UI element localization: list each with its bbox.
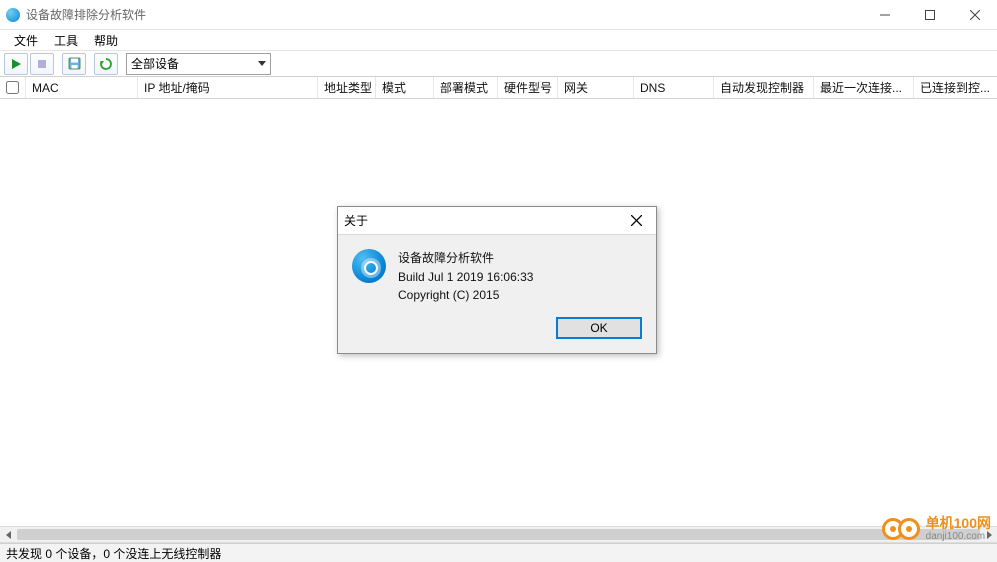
play-button[interactable]	[4, 53, 28, 75]
column-mac[interactable]: MAC	[26, 77, 138, 98]
chevron-down-icon	[258, 61, 266, 66]
column-ip[interactable]: IP 地址/掩码	[138, 77, 318, 98]
select-all-checkbox[interactable]	[6, 81, 19, 94]
column-address-type[interactable]: 地址类型	[318, 77, 376, 98]
window-title: 设备故障排除分析软件	[26, 6, 146, 23]
product-name: 设备故障分析软件	[398, 249, 533, 268]
product-build: Build Jul 1 2019 16:06:33	[398, 268, 533, 287]
stop-button[interactable]	[30, 53, 54, 75]
column-discovered-ctrl[interactable]: 自动发现控制器	[714, 77, 814, 98]
column-connected-ctrl[interactable]: 已连接到控...	[914, 77, 997, 98]
refresh-button[interactable]	[94, 53, 118, 75]
table-header: MAC IP 地址/掩码 地址类型 模式 部署模式 硬件型号 网关 DNS 自动…	[0, 77, 997, 99]
scroll-thumb[interactable]	[17, 529, 980, 540]
window-titlebar: 设备故障排除分析软件	[0, 0, 997, 30]
maximize-button[interactable]	[907, 0, 952, 30]
column-checkbox[interactable]	[0, 77, 26, 98]
horizontal-scrollbar[interactable]	[0, 526, 997, 543]
dialog-title: 关于	[344, 212, 368, 229]
scroll-left-icon[interactable]	[0, 527, 17, 542]
scroll-right-icon[interactable]	[980, 527, 997, 542]
dialog-text: 设备故障分析软件 Build Jul 1 2019 16:06:33 Copyr…	[398, 249, 533, 305]
column-gateway[interactable]: 网关	[558, 77, 634, 98]
product-icon	[352, 249, 386, 283]
menubar: 文件 工具 帮助	[0, 30, 997, 51]
toolbar: 全部设备	[0, 51, 997, 77]
status-bar: 共发现 0 个设备，0 个没连上无线控制器	[0, 543, 997, 562]
column-hardware-model[interactable]: 硬件型号	[498, 77, 558, 98]
column-last-connect[interactable]: 最近一次连接...	[814, 77, 914, 98]
scroll-track[interactable]	[17, 527, 980, 542]
status-text: 共发现 0 个设备，0 个没连上无线控制器	[6, 545, 221, 562]
menu-tools[interactable]: 工具	[46, 30, 86, 51]
dialog-titlebar: 关于	[338, 207, 656, 235]
column-dns[interactable]: DNS	[634, 77, 714, 98]
menu-file[interactable]: 文件	[6, 30, 46, 51]
column-deploy-mode[interactable]: 部署模式	[434, 77, 498, 98]
app-icon	[6, 8, 20, 22]
device-filter-value: 全部设备	[131, 55, 179, 72]
menu-help[interactable]: 帮助	[86, 30, 126, 51]
about-dialog: 关于 设备故障分析软件 Build Jul 1 2019 16:06:33 Co…	[337, 206, 657, 354]
minimize-button[interactable]	[862, 0, 907, 30]
dialog-actions: OK	[338, 313, 656, 353]
close-button[interactable]	[952, 0, 997, 30]
device-filter-combo[interactable]: 全部设备	[126, 53, 271, 75]
save-button[interactable]	[62, 53, 86, 75]
dialog-body: 设备故障分析软件 Build Jul 1 2019 16:06:33 Copyr…	[338, 235, 656, 313]
dialog-close-button[interactable]	[622, 209, 650, 233]
column-mode[interactable]: 模式	[376, 77, 434, 98]
product-copyright: Copyright (C) 2015	[398, 286, 533, 305]
ok-button[interactable]: OK	[556, 317, 642, 339]
